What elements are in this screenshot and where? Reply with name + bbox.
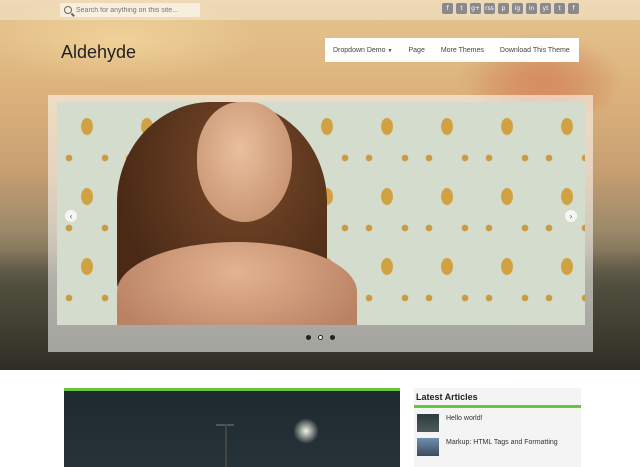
model-portrait xyxy=(77,102,367,325)
slider-dot[interactable] xyxy=(330,335,335,340)
caret-down-icon: ▼ xyxy=(387,47,393,54)
top-bar: f t g+ rss p ig in yt t f xyxy=(0,0,640,20)
list-item[interactable]: Hello world! xyxy=(417,414,581,432)
facebook-icon[interactable]: f xyxy=(442,3,453,14)
slider-pagination xyxy=(48,335,593,340)
flickr-icon[interactable]: f xyxy=(568,3,579,14)
instagram-icon[interactable]: ig xyxy=(512,3,523,14)
pinterest-icon[interactable]: p xyxy=(498,3,509,14)
chevron-right-icon[interactable]: › xyxy=(565,210,577,222)
twitter-icon[interactable]: t xyxy=(456,3,467,14)
linkedin-icon[interactable]: in xyxy=(526,3,537,14)
search-icon xyxy=(64,6,72,14)
google-plus-icon[interactable]: g+ xyxy=(470,3,481,14)
nav-item-more-themes[interactable]: More Themes xyxy=(433,47,492,54)
slide-image: ‹ › xyxy=(57,102,585,325)
rss-icon[interactable]: rss xyxy=(484,3,495,14)
article-thumbnail[interactable] xyxy=(417,414,439,432)
list-item[interactable]: Markup: HTML Tags and Formatting xyxy=(417,438,581,456)
tumblr-icon[interactable]: t xyxy=(554,3,565,14)
article-thumbnail[interactable] xyxy=(417,438,439,456)
lamp-post xyxy=(225,424,227,467)
site-logo[interactable]: Aldehyde xyxy=(61,42,136,63)
featured-post-image[interactable] xyxy=(64,388,400,467)
nav-item-label: Dropdown Demo xyxy=(333,46,386,54)
image-slider: ‹ › xyxy=(48,95,593,352)
sidebar-title: Latest Articles xyxy=(414,388,581,408)
face-shape xyxy=(197,102,292,222)
nav-item-dropdown-demo[interactable]: Dropdown Demo ▼ xyxy=(325,47,400,54)
nav-item-download-theme[interactable]: Download This Theme xyxy=(492,47,578,54)
slider-dot[interactable] xyxy=(306,335,311,340)
slider-dot-active[interactable] xyxy=(318,335,323,340)
nav-item-page[interactable]: Page xyxy=(400,47,432,54)
social-icons: f t g+ rss p ig in yt t f xyxy=(442,3,579,14)
article-link[interactable]: Markup: HTML Tags and Formatting xyxy=(446,438,558,446)
article-link[interactable]: Hello world! xyxy=(446,414,483,422)
sidebar-latest-articles: Latest Articles Hello world! Markup: HTM… xyxy=(414,388,581,467)
search-box[interactable] xyxy=(60,3,200,17)
main-nav: Dropdown Demo ▼ Page More Themes Download… xyxy=(325,38,579,62)
chevron-left-icon[interactable]: ‹ xyxy=(65,210,77,222)
youtube-icon[interactable]: yt xyxy=(540,3,551,14)
search-input[interactable] xyxy=(76,6,196,14)
